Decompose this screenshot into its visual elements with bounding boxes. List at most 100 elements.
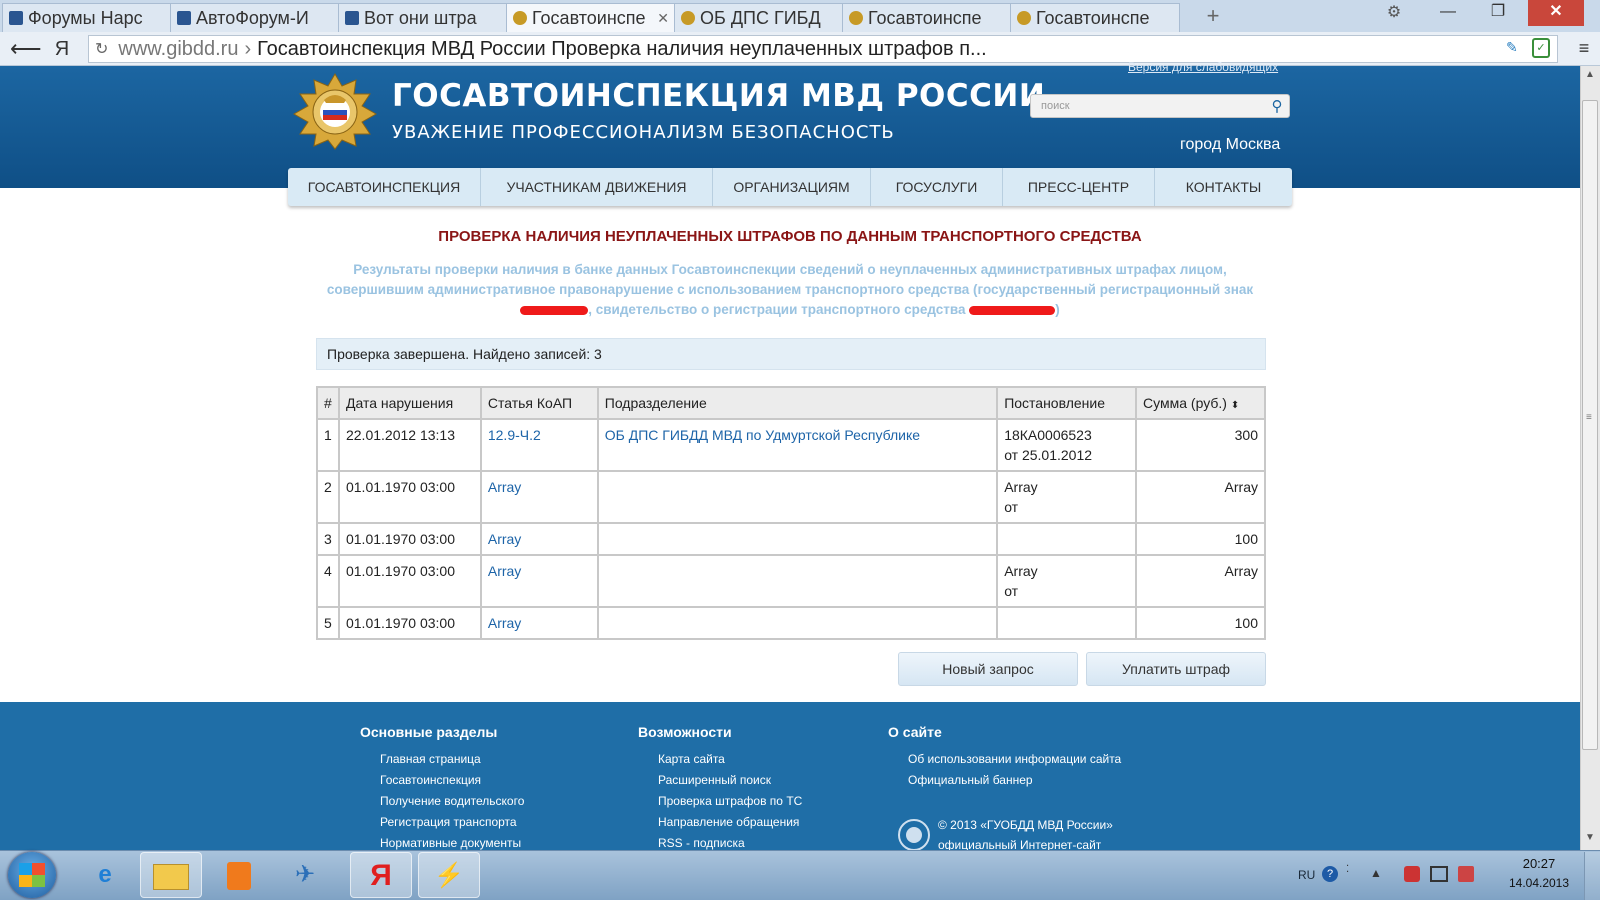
sort-icon[interactable]: ⬍ [1231,400,1239,411]
nav-contacts[interactable]: КОНТАКТЫ [1155,168,1292,206]
status-message: Проверка завершена. Найдено записей: 3 [316,338,1266,370]
table-row: 5 01.01.1970 03:00 Array 100 [316,606,1266,640]
start-icon[interactable] [8,852,56,898]
footer-link-advanced-search[interactable]: Расширенный поиск [658,773,771,787]
redacted-certificate [969,305,1056,315]
maximize-icon[interactable]: ❐ [1476,0,1520,26]
tab-gibdd-3[interactable]: Госавтоинспе [1010,3,1180,32]
footer-link-license[interactable]: Получение водительского [380,794,524,808]
address-host: www.gibdd.ru [118,37,239,60]
col-department: Подразделение [596,386,999,420]
footer-link-home[interactable]: Главная страница [380,752,481,766]
clock-date[interactable]: 14.04.2013 [1504,876,1574,890]
connection-icon[interactable]: ✈ [274,852,336,898]
col-article: Статья КоАП [479,386,599,420]
file-explorer-icon[interactable] [140,852,202,898]
scrollbar-thumb[interactable] [1582,100,1598,750]
address-page-title: Госавтоинспекция МВД России Проверка нал… [257,37,987,60]
search-icon[interactable]: ⚲ [1268,97,1286,115]
article-link[interactable]: Array [479,522,599,556]
nav-participants[interactable]: УЧАСТНИКАМ ДВИЖЕНИЯ [481,168,713,206]
antivirus-icon[interactable] [1404,866,1420,882]
gibdd-emblem-icon [681,11,695,25]
new-tab-icon[interactable]: + [1200,3,1226,29]
search-input[interactable]: поиск [1030,94,1290,118]
col-decision: Постановление [996,386,1138,420]
tab-autoforum[interactable]: АвтоФорум-И [170,3,340,32]
tab-ob-dps[interactable]: ОБ ДПС ГИБД [674,3,844,32]
settings-gear-icon[interactable]: ⚙ [1378,1,1410,25]
tray-expand-icon[interactable]: ⁚ [1346,864,1349,875]
footer-link-banner[interactable]: Официальный баннер [908,773,1033,787]
footer-emblem-icon [898,819,930,851]
footer-link-gosavto[interactable]: Госавтоинспекция [380,773,481,787]
show-desktop-button[interactable] [1584,852,1600,900]
show-hidden-icons-icon[interactable]: ▲ [1370,866,1382,880]
volume-icon[interactable] [1458,866,1474,882]
footer-link-normative[interactable]: Нормативные документы [380,836,521,850]
internet-explorer-icon[interactable]: e [74,852,136,898]
pay-fine-button[interactable]: Уплатить штраф [1086,652,1266,686]
mail-icon [9,11,23,25]
article-link[interactable]: 12.9-Ч.2 [479,418,599,472]
city-selector[interactable]: город Москва [1180,136,1280,154]
yandex-browser-icon[interactable]: Я [350,852,412,898]
low-vision-link[interactable]: Версия для слабовидящих [1128,60,1278,74]
close-tab-icon[interactable]: ✕ [657,10,669,27]
winamp-icon[interactable]: ⚡ [418,852,480,898]
footer-link-check-fines[interactable]: Проверка штрафов по ТС [658,794,802,808]
footer-link-rss[interactable]: RSS - подписка [658,836,745,850]
footer-main-sections-title: Основные разделы [360,724,498,740]
media-player-icon[interactable] [208,852,270,898]
table-row: 1 22.01.2012 13:13 12.9-Ч.2 ОБ ДПС ГИБДД… [316,418,1266,472]
nav-organizations[interactable]: ОРГАНИЗАЦИЯМ [713,168,871,206]
language-indicator[interactable]: RU [1298,868,1315,882]
footer-features-title: Возможности [638,724,732,740]
close-window-icon[interactable]: ✕ [1528,0,1584,26]
nav-gosuslugi[interactable]: ГОСУСЛУГИ [871,168,1003,206]
gibdd-emblem-logo[interactable] [292,72,378,150]
tab-fines-thread[interactable]: Вот они штра [338,3,508,32]
tab-gibdd-active[interactable]: Госавтоинспе ✕ [506,3,676,32]
back-arrow-icon[interactable]: ⟵ [10,36,42,62]
mail-icon [345,11,359,25]
scroll-up-arrow-icon[interactable]: ▲ [1580,66,1600,84]
tab-gibdd-2[interactable]: Госавтоинспе [842,3,1012,32]
shield-icon[interactable]: ✓ [1532,38,1550,58]
gibdd-emblem-icon [849,11,863,25]
reload-icon[interactable]: ↻ [95,39,108,59]
browser-menu-icon[interactable]: ≡ [1574,38,1594,60]
col-number: # [316,386,340,420]
address-bar[interactable]: ↻ www.gibdd.ru › Госавтоинспекция МВД Ро… [88,35,1558,63]
article-link[interactable]: Array [479,470,599,524]
gibdd-emblem-icon [513,11,527,25]
address-separator: › [244,37,252,60]
pin-icon[interactable]: ✎ [1506,39,1524,57]
results-intro: Результаты проверки наличия в банке данн… [326,262,1254,317]
site-title: ГОСАВТОИНСПЕКЦИЯ МВД РОССИИ [392,78,1046,114]
article-link[interactable]: Array [479,606,599,640]
nav-press-center[interactable]: ПРЕСС-ЦЕНТР [1003,168,1155,206]
page-heading: ПРОВЕРКА НАЛИЧИЯ НЕУПЛАЧЕННЫХ ШТРАФОВ ПО… [438,228,1142,245]
table-row: 3 01.01.1970 03:00 Array 100 [316,522,1266,556]
article-link[interactable]: Array [479,554,599,608]
scroll-down-arrow-icon[interactable]: ▼ [1580,832,1600,850]
site-motto: УВАЖЕНИЕ ПРОФЕССИОНАЛИЗМ БЕЗОПАСНОСТЬ [392,122,895,143]
gibdd-emblem-icon [1017,11,1031,25]
table-header-row: # Дата нарушения Статья КоАП Подразделен… [316,386,1266,420]
footer-link-sitemap[interactable]: Карта сайта [658,752,725,766]
minimize-icon[interactable]: — [1426,0,1470,26]
help-icon[interactable]: ? [1322,866,1338,882]
footer-link-registration[interactable]: Регистрация транспорта [380,815,517,829]
tab-forums[interactable]: Форумы Нарс [2,3,172,32]
col-sum[interactable]: Сумма (руб.) ⬍ [1135,386,1266,420]
table-row: 2 01.01.1970 03:00 Array Array от Array [316,470,1266,524]
department-link[interactable]: ОБ ДПС ГИБДД МВД по Удмуртской Республик… [596,418,999,472]
clock-time[interactable]: 20:27 [1504,856,1574,871]
footer-link-appeal[interactable]: Направление обращения [658,815,799,829]
footer-link-usage-info[interactable]: Об использовании информации сайта [908,752,1121,766]
new-request-button[interactable]: Новый запрос [898,652,1078,686]
yandex-logo-icon[interactable]: Я [50,36,74,62]
network-icon[interactable] [1430,866,1448,882]
nav-gosavtoinspekciya[interactable]: ГОСАВТОИНСПЕКЦИЯ [288,168,481,206]
